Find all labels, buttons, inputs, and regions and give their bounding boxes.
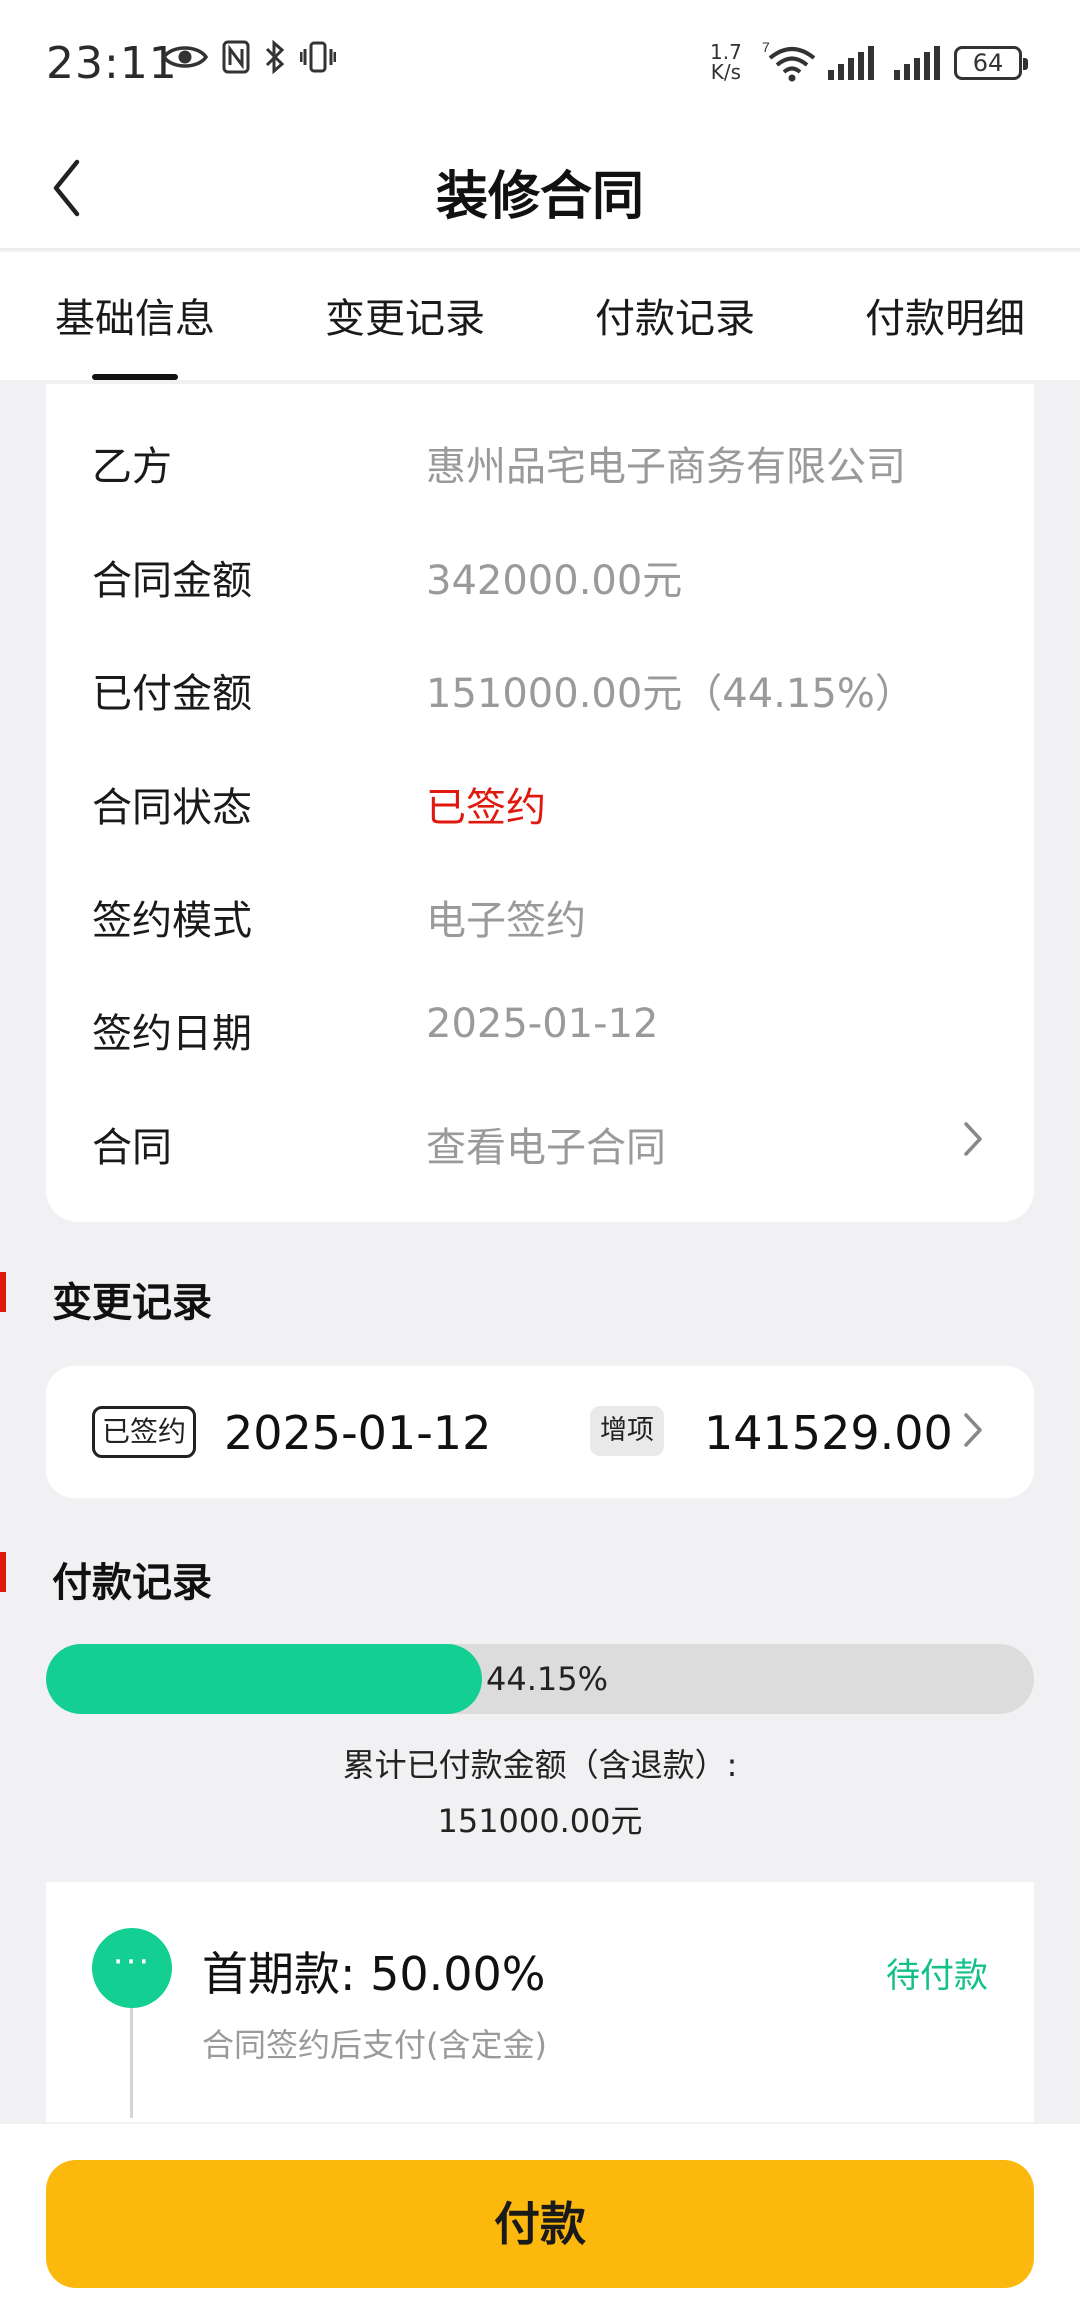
info-label: 合同状态	[92, 785, 252, 831]
ellipsis-icon: ···	[92, 1928, 172, 2008]
info-label: 乙方	[92, 444, 172, 490]
tab-basic-info[interactable]: 基础信息	[35, 286, 235, 344]
info-label: 合同	[92, 1125, 172, 1171]
tab-payment-records[interactable]: 付款记录	[575, 286, 775, 344]
battery-icon: 64	[954, 46, 1028, 80]
info-value: 151000.00元（44.15%）	[426, 671, 915, 717]
info-label: 签约模式	[92, 898, 252, 944]
tab-bar: 基础信息 变更记录 付款记录 付款明细	[0, 252, 1080, 380]
signed-badge: 已签约	[92, 1406, 196, 1458]
network-speed: 1.7 K/s	[710, 42, 742, 82]
timeline-line	[130, 2008, 133, 2118]
installment-card[interactable]: ··· 首期款: 50.00% 待付款 合同签约后支付(含定金)	[46, 1882, 1034, 2122]
chevron-right-icon	[964, 1413, 982, 1447]
paid-total-value: 151000.00元	[437, 1802, 643, 1840]
app-header: 装修合同	[0, 124, 1080, 250]
page-title: 装修合同	[435, 167, 644, 227]
view-contract-row[interactable]: 合同 查看电子合同	[46, 1097, 1034, 1177]
status-value: 已签约	[426, 785, 546, 831]
tab-change-records[interactable]: 变更记录	[305, 286, 505, 344]
info-row-party-b: 乙方 惠州品宅电子商务有限公司	[46, 416, 1034, 496]
status-time: 23:11	[46, 38, 178, 89]
info-value: 342000.00元	[426, 558, 683, 604]
network-speed-value: 1.7	[710, 40, 742, 64]
signal-icon	[828, 46, 874, 80]
bottom-action-bar: 付款	[0, 2124, 1080, 2324]
info-row-sign-date: 签约日期 2025-01-12	[46, 983, 1034, 1063]
status-icons	[162, 40, 336, 74]
info-row-paid-amount: 已付金额 151000.00元（44.15%）	[46, 643, 1034, 723]
eye-icon	[162, 46, 208, 68]
vibrate-icon	[300, 41, 336, 73]
section-accent-bar	[0, 1552, 6, 1592]
info-value: 惠州品宅电子商务有限公司	[426, 444, 906, 490]
tab-payment-details[interactable]: 付款明细	[845, 286, 1045, 344]
wifi-icon: 7	[762, 40, 816, 82]
info-value: 电子签约	[426, 898, 586, 944]
info-row-contract-status: 合同状态 已签约	[46, 757, 1034, 837]
change-record-item[interactable]: 已签约 2025-01-12 增项 141529.00	[46, 1366, 1034, 1498]
network-speed-unit: K/s	[710, 60, 742, 84]
nfc-icon	[222, 40, 250, 74]
change-date: 2025-01-12	[224, 1406, 492, 1460]
installment-status: 待付款	[886, 1956, 988, 1996]
pay-button[interactable]: 付款	[46, 2160, 1034, 2288]
section-accent-bar	[0, 1272, 6, 1312]
signal-icon-2	[894, 46, 940, 80]
chevron-right-icon	[964, 1122, 982, 1156]
paid-total-label: 累计已付款金额（含退款）:	[342, 1746, 738, 1784]
payment-progress-bar: 44.15%	[46, 1644, 1034, 1714]
info-row-sign-mode: 签约模式 电子签约	[46, 870, 1034, 950]
contract-info-card: 乙方 惠州品宅电子商务有限公司 合同金额 342000.00元 已付金额 151…	[46, 384, 1034, 1222]
view-contract-link[interactable]: 查看电子合同	[426, 1115, 666, 1173]
tab-active-indicator	[92, 374, 178, 380]
change-amount: 141529.00	[704, 1406, 953, 1460]
info-label: 已付金额	[92, 671, 252, 717]
progress-fill	[46, 1644, 482, 1714]
section-title-text: 变更记录	[52, 1280, 212, 1326]
change-type-tag: 增项	[590, 1406, 664, 1456]
info-label: 合同金额	[92, 558, 252, 604]
progress-label: 44.15%	[486, 1660, 609, 1698]
status-bar: 23:11 1.7 K/s 7 64	[0, 0, 1080, 124]
bluetooth-icon	[265, 40, 285, 74]
section-title-text: 付款记录	[52, 1560, 212, 1606]
info-row-contract-amount: 合同金额 342000.00元	[46, 530, 1034, 610]
info-value: 2025-01-12	[426, 1001, 659, 1047]
info-label: 签约日期	[92, 1011, 252, 1057]
installment-title: 首期款: 50.00%	[202, 1947, 546, 2001]
installment-description: 合同签约后支付(含定金)	[202, 2026, 547, 2064]
svg-text:7: 7	[762, 40, 770, 55]
